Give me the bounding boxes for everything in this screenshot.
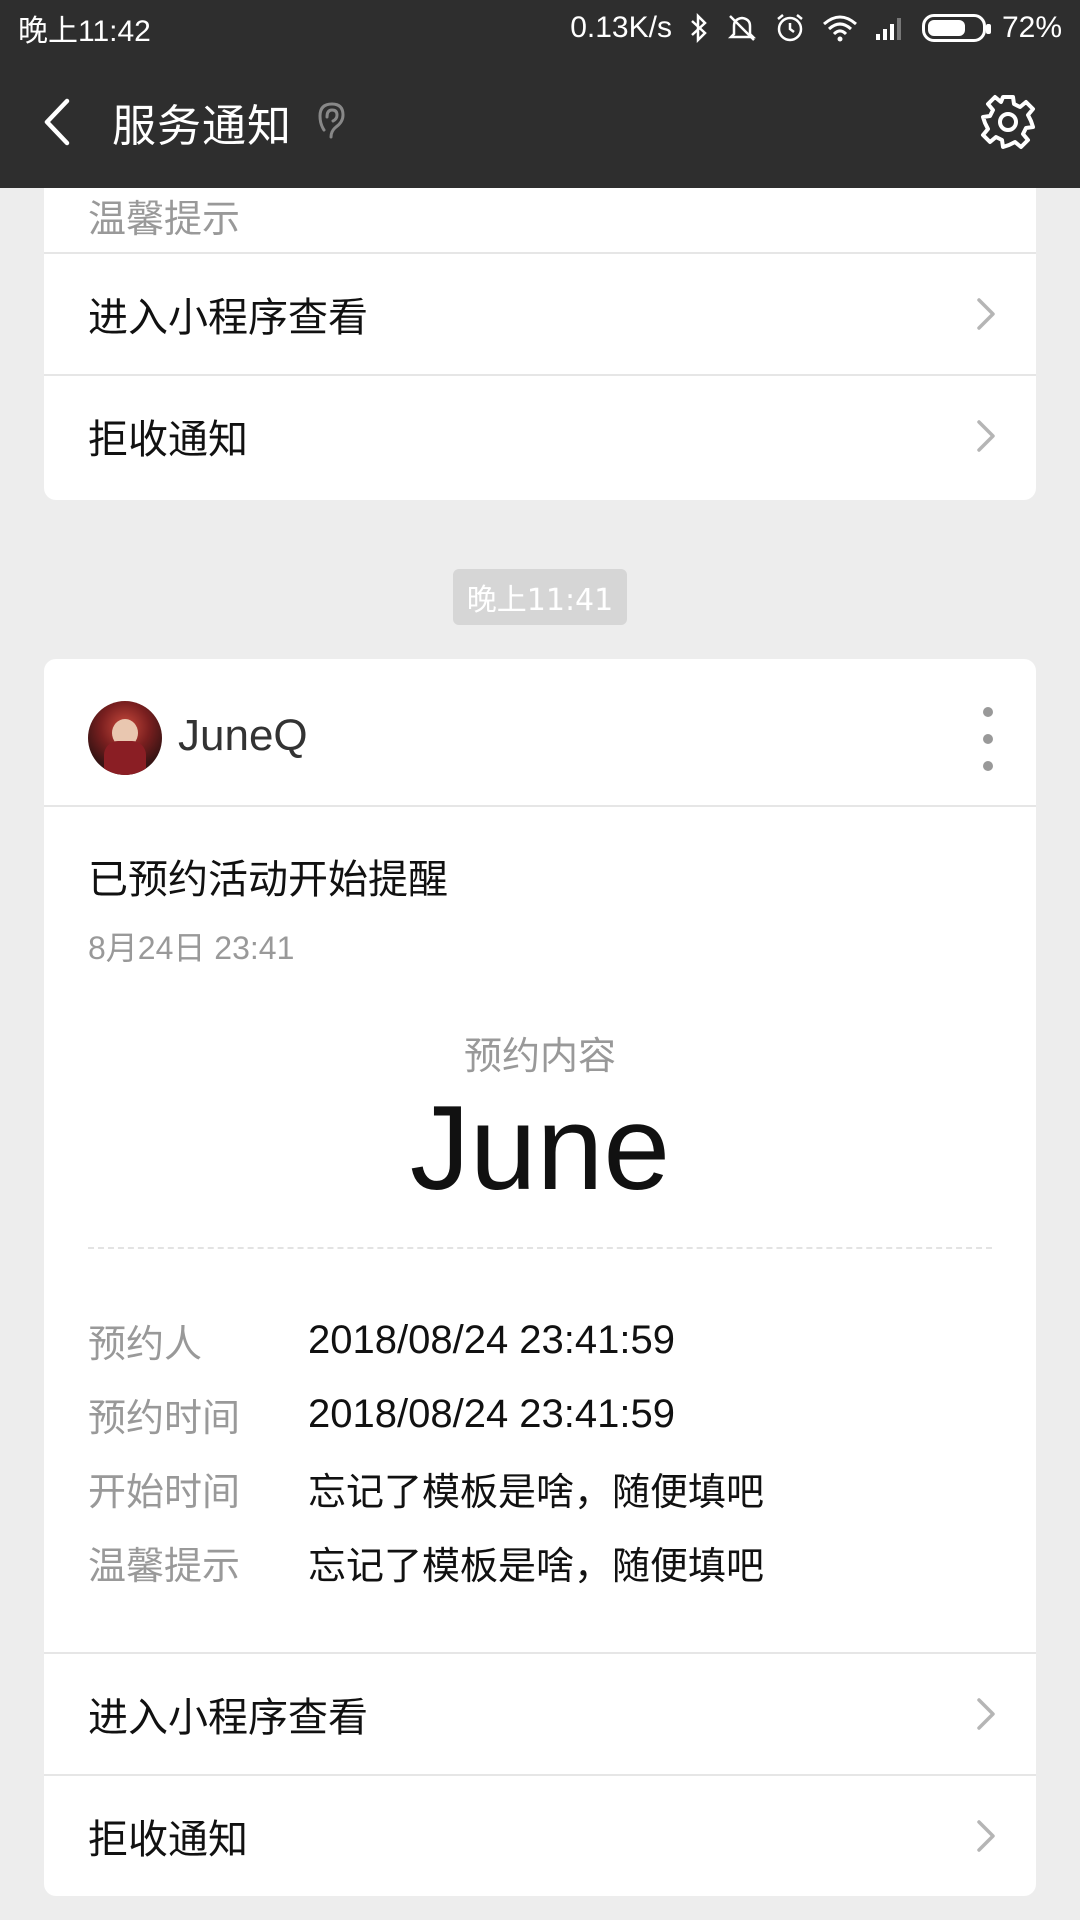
detail-value: 忘记了模板是啥，随便填吧 — [308, 1543, 765, 1588]
key-content-label: 预约内容 — [463, 1034, 616, 1078]
mute-icon — [726, 12, 758, 44]
dashed-divider — [88, 1247, 992, 1249]
notification-card[interactable]: JuneQ 已预约活动开始提醒 8月24日 23:41 预约内容 June 预约… — [44, 659, 1036, 1896]
battery-fill — [927, 20, 966, 36]
more-dot — [983, 761, 993, 771]
detail-key: 开始时间 — [88, 1469, 241, 1514]
partial-detail-label: 温馨提示 — [88, 197, 241, 241]
detail-row: 温馨提示 忘记了模板是啥，随便填吧 — [88, 1532, 988, 1592]
message-list[interactable]: 温馨提示 进入小程序查看 拒收通知 晚上11:41 JuneQ 已预约活动开始提… — [0, 188, 1080, 1920]
card-header: JuneQ — [44, 659, 1036, 807]
wifi-icon — [822, 14, 858, 42]
more-dot — [983, 734, 993, 744]
status-time: 晚上11:42 — [18, 15, 151, 48]
open-mini-program-link[interactable]: 进入小程序查看 — [44, 1652, 1036, 1774]
network-speed: 0.13K/s — [570, 11, 672, 44]
link-label: 进入小程序查看 — [88, 295, 368, 341]
link-label: 拒收通知 — [88, 417, 248, 463]
header-bar: 服务通知 — [0, 56, 1080, 188]
back-button[interactable] — [30, 94, 86, 150]
detail-key: 温馨提示 — [88, 1543, 241, 1588]
detail-value: 2018/08/24 23:41:59 — [308, 1391, 676, 1436]
key-content-value: June — [409, 1081, 671, 1215]
settings-button[interactable] — [978, 92, 1038, 152]
status-bar: 晚上11:42 0.13K/s 72% — [0, 0, 1080, 56]
detail-key: 预约人 — [88, 1321, 203, 1366]
previous-notification-card: 温馨提示 进入小程序查看 拒收通知 — [44, 188, 1036, 500]
link-label: 拒收通知 — [88, 1817, 248, 1863]
message-title: 已预约活动开始提醒 — [88, 857, 448, 903]
more-options-button[interactable] — [976, 707, 1000, 771]
chevron-right-icon — [976, 1697, 996, 1731]
reject-notifications-link[interactable]: 拒收通知 — [44, 374, 1036, 496]
battery-percent: 72% — [1001, 11, 1062, 44]
detail-row: 预约时间 2018/08/24 23:41:59 — [88, 1384, 988, 1444]
detail-key: 预约时间 — [88, 1395, 241, 1440]
battery-icon — [921, 14, 991, 42]
ear-icon — [316, 100, 346, 146]
message-timestamp: 晚上11:41 — [453, 569, 627, 625]
chevron-right-icon — [976, 297, 996, 331]
status-icons: 0.13K/s 72% — [570, 11, 1062, 45]
open-mini-program-link[interactable]: 进入小程序查看 — [44, 252, 1036, 374]
page-title: 服务通知 — [112, 101, 292, 152]
signal-icon — [874, 14, 906, 42]
chevron-right-icon — [976, 1819, 996, 1853]
detail-value: 忘记了模板是啥，随便填吧 — [308, 1469, 765, 1514]
chevron-right-icon — [976, 419, 996, 453]
message-date: 8月24日 23:41 — [88, 930, 295, 966]
detail-value: 2018/08/24 23:41:59 — [308, 1317, 676, 1362]
more-dots-icon — [983, 707, 993, 717]
reject-notifications-link[interactable]: 拒收通知 — [44, 1774, 1036, 1896]
detail-row: 开始时间 忘记了模板是啥，随便填吧 — [88, 1458, 988, 1518]
alarm-icon — [774, 12, 806, 44]
back-arrow-icon — [44, 98, 70, 146]
detail-row: 预约人 2018/08/24 23:41:59 — [88, 1310, 988, 1370]
sender-name[interactable]: JuneQ — [178, 711, 308, 761]
settings-gear-icon — [981, 95, 1035, 149]
link-label: 进入小程序查看 — [88, 1695, 368, 1741]
bluetooth-icon — [688, 13, 710, 43]
avatar[interactable] — [88, 701, 162, 775]
